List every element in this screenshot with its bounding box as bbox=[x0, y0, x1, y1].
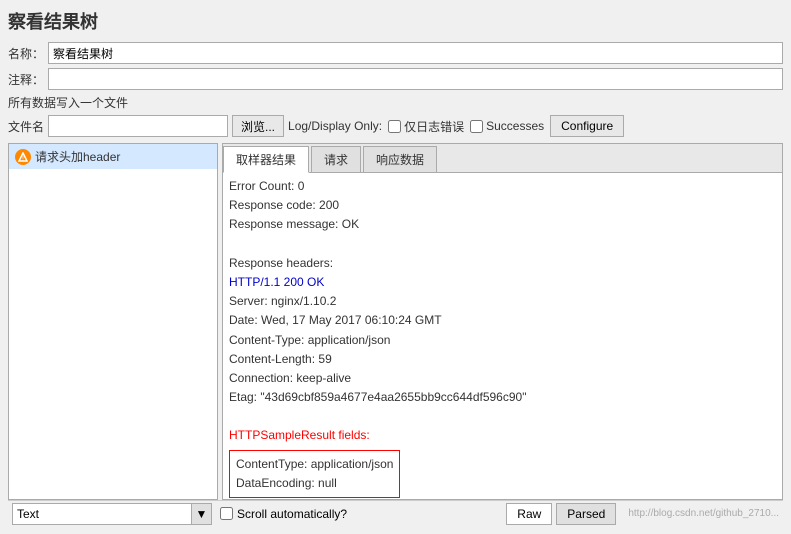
server-line: Server: nginx/1.10.2 bbox=[229, 292, 776, 311]
tab-request[interactable]: 请求 bbox=[311, 146, 361, 172]
successes-label[interactable]: Successes bbox=[470, 119, 544, 133]
connection-line: Connection: keep-alive bbox=[229, 369, 776, 388]
name-input[interactable] bbox=[48, 42, 783, 64]
scroll-checkbox[interactable] bbox=[220, 507, 233, 520]
page-title: 察看结果树 bbox=[8, 8, 783, 34]
tree-item-label: 请求头加header bbox=[35, 148, 120, 165]
etag-line: Etag: "43d69cbf859a4677e4aa2655bb9cc644d… bbox=[229, 388, 776, 407]
http-fields-label: HTTPSampleResult fields: bbox=[229, 426, 776, 445]
content-length-line: Content-Length: 59 bbox=[229, 350, 776, 369]
comment-input[interactable] bbox=[48, 68, 783, 90]
http-field-1: DataEncoding: null bbox=[236, 474, 393, 493]
result-lines: Error Count: 0 Response code: 200 Respon… bbox=[229, 177, 776, 499]
log-display-label: Log/Display Only: bbox=[288, 119, 382, 133]
bottom-right-tabs: Raw Parsed http://blog.csdn.net/github_2… bbox=[506, 503, 779, 525]
file-label: 文件名 bbox=[8, 118, 44, 135]
http-fields-section: HTTPSampleResult fields: ContentType: ap… bbox=[229, 426, 776, 499]
date-line: Date: Wed, 17 May 2017 06:10:24 GMT bbox=[229, 311, 776, 330]
file-input[interactable] bbox=[48, 115, 228, 137]
raw-tab[interactable]: Raw bbox=[506, 503, 552, 525]
right-panel: 取样器结果 请求 响应数据 Error Count: 0 Response co… bbox=[222, 143, 783, 500]
http-fields-box: ContentType: application/json DataEncodi… bbox=[229, 450, 400, 498]
response-headers-line: Response headers: bbox=[229, 254, 776, 273]
scroll-label: Scroll automatically? bbox=[237, 507, 347, 521]
comment-row: 注释： bbox=[8, 68, 783, 90]
browse-button[interactable]: 浏览... bbox=[232, 115, 284, 137]
bottom-left: Text ▼ bbox=[12, 503, 212, 525]
tree-item[interactable]: ! 请求头加header bbox=[9, 144, 217, 169]
log-display-row: Log/Display Only: 仅日志错误 Successes Config… bbox=[288, 115, 624, 137]
log-errors-label[interactable]: 仅日志错误 bbox=[388, 118, 464, 135]
successes-checkbox[interactable] bbox=[470, 120, 483, 133]
name-label: 名称： bbox=[8, 45, 44, 62]
response-code-line: Response code: 200 bbox=[229, 196, 776, 215]
blank-line-1 bbox=[229, 235, 776, 254]
text-dropdown-arrow[interactable]: ▼ bbox=[191, 504, 211, 524]
configure-button[interactable]: Configure bbox=[550, 115, 624, 137]
text-dropdown[interactable]: Text ▼ bbox=[12, 503, 212, 525]
http-field-0: ContentType: application/json bbox=[236, 455, 393, 474]
main-container: 察看结果树 名称： 注释： 所有数据写入一个文件 文件名 浏览... Log/D… bbox=[0, 0, 791, 534]
comment-label: 注释： bbox=[8, 71, 44, 88]
all-data-label: 所有数据写入一个文件 bbox=[8, 94, 783, 111]
tab-response-data[interactable]: 响应数据 bbox=[363, 146, 437, 172]
tab-sampler-result[interactable]: 取样器结果 bbox=[223, 146, 309, 173]
warning-icon: ! bbox=[15, 149, 31, 165]
error-count-line: Error Count: 0 bbox=[229, 177, 776, 196]
name-row: 名称： bbox=[8, 42, 783, 64]
log-errors-checkbox[interactable] bbox=[388, 120, 401, 133]
response-message-line: Response message: OK bbox=[229, 215, 776, 234]
bottom-bar: Text ▼ Scroll automatically? Raw Parsed … bbox=[8, 500, 783, 526]
content-area: ! 请求头加header 取样器结果 请求 响应数据 Error Count: … bbox=[8, 143, 783, 500]
blank-line-2 bbox=[229, 407, 776, 426]
left-panel: ! 请求头加header bbox=[8, 143, 218, 500]
http-version-line: HTTP/1.1 200 OK bbox=[229, 273, 776, 292]
file-row: 文件名 浏览... Log/Display Only: 仅日志错误 Succes… bbox=[8, 115, 783, 137]
result-content: Error Count: 0 Response code: 200 Respon… bbox=[223, 173, 782, 499]
watermark: http://blog.csdn.net/github_2710... bbox=[628, 508, 779, 519]
tabs-row: 取样器结果 请求 响应数据 bbox=[223, 144, 782, 173]
scroll-checkbox-row: Scroll automatically? bbox=[220, 507, 347, 521]
parsed-tab[interactable]: Parsed bbox=[556, 503, 616, 525]
content-type-line: Content-Type: application/json bbox=[229, 331, 776, 350]
text-dropdown-label: Text bbox=[13, 507, 191, 521]
